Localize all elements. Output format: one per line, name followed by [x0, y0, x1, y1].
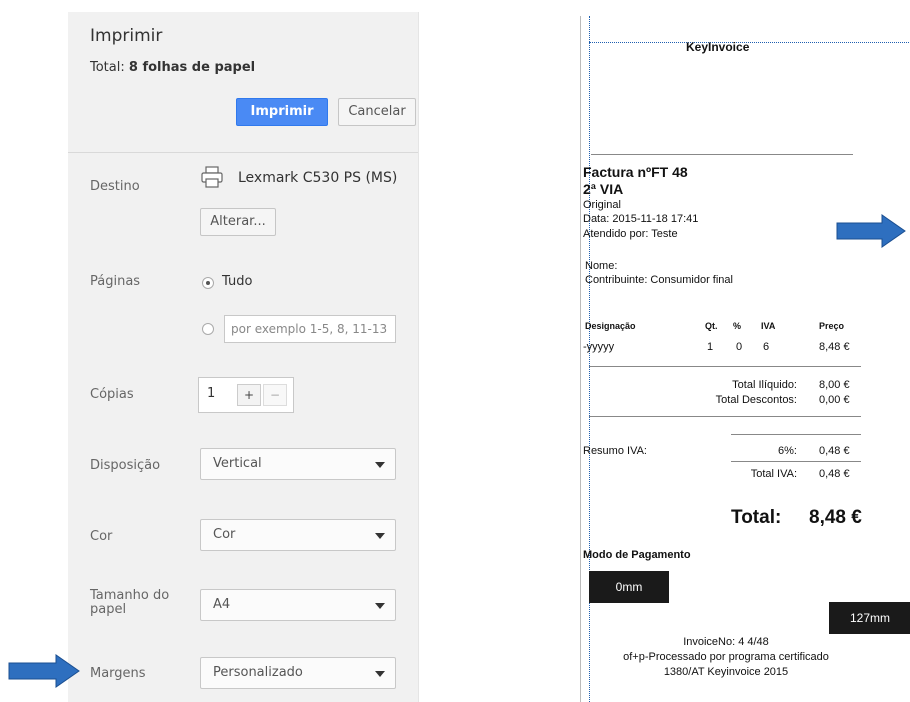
sheet-total: Total: 8 folhas de papel [90, 60, 255, 75]
customer-name: Nome: [585, 260, 618, 272]
destination-label: Destino [90, 179, 140, 194]
discount-total-value: 0,00 € [819, 394, 850, 406]
layout-label: Disposição [90, 458, 161, 473]
col-designation: Designação [585, 321, 636, 331]
margins-value: Personalizado [213, 665, 303, 680]
pages-all-radio[interactable] [202, 277, 214, 289]
vat-summary-label: Resumo IVA: [583, 445, 647, 457]
divider [731, 434, 861, 435]
pages-custom-radio[interactable] [202, 323, 214, 335]
receipt-preview: KeyInvoice Factura nºFT 48 2ª VIA Origin… [580, 16, 910, 702]
dialog-title: Imprimir [90, 26, 163, 46]
copies-label: Cópias [90, 387, 134, 402]
paper-size-value: A4 [213, 597, 231, 612]
divider [731, 461, 861, 462]
footer-software: 1380/AT Keyinvoice 2015 [663, 666, 789, 678]
cancel-button[interactable]: Cancelar [338, 98, 416, 126]
payment-method-label: Modo de Pagamento [583, 549, 691, 561]
invoice-title: Factura nºFT 48 [583, 164, 688, 180]
chevron-down-icon [375, 603, 385, 609]
item-designation: -yyyyy [583, 341, 615, 353]
copies-value[interactable]: 1 [207, 386, 215, 401]
arrow-right-icon [836, 214, 906, 248]
print-settings-panel: Imprimir Total: 8 folhas de papel Imprim… [68, 12, 419, 702]
item-qty: 1 [707, 341, 714, 353]
chevron-down-icon [375, 533, 385, 539]
margins-label: Margens [90, 666, 146, 681]
layout-value: Vertical [213, 456, 262, 471]
net-total-label: Total Ilíquido: [732, 379, 797, 391]
item-price: 8,48 € [819, 341, 850, 353]
layout-select[interactable]: Vertical [200, 448, 396, 480]
vat-rate: 6%: [778, 445, 797, 457]
print-button[interactable]: Imprimir [236, 98, 328, 126]
receipt-header: KeyInvoice [686, 40, 750, 54]
copies-decrement-button[interactable]: − [263, 384, 287, 406]
pages-range-input[interactable]: por exemplo 1-5, 8, 11-13 [224, 315, 396, 343]
divider [589, 416, 861, 417]
vat-rate-value: 0,48 € [819, 445, 850, 457]
attended-by: Atendido por: Teste [583, 228, 678, 240]
paper-size-select[interactable]: A4 [200, 589, 396, 621]
item-percent: 0 [736, 341, 743, 353]
right-margin-marker: 127mm [829, 602, 910, 634]
pages-label: Páginas [90, 274, 141, 289]
print-header: Imprimir Total: 8 folhas de papel Imprim… [68, 12, 418, 153]
divider [589, 366, 861, 367]
grand-total-label: Total: [731, 507, 782, 528]
pages-all-label: Tudo [222, 274, 253, 289]
top-margin-guide [589, 42, 910, 43]
col-price: Preço [819, 321, 845, 331]
col-vat: IVA [761, 321, 776, 331]
chevron-down-icon [375, 462, 385, 468]
invoice-date: Data: 2015-11-18 17:41 [583, 213, 699, 225]
color-select[interactable]: Cor [200, 519, 396, 551]
vat-total-value: 0,48 € [819, 468, 850, 480]
color-value: Cor [213, 527, 236, 542]
item-vat: 6 [763, 341, 770, 353]
paper-size-label: Tamanho do papel [90, 588, 170, 617]
col-percent: % [733, 321, 742, 331]
invoice-copy: 2ª VIA [583, 181, 624, 197]
col-qty: Qt. [705, 321, 718, 331]
chevron-down-icon [375, 671, 385, 677]
copies-increment-button[interactable]: + [237, 384, 261, 406]
grand-total-value: 8,48 € [809, 507, 862, 528]
total-value: 8 folhas de papel [128, 60, 256, 75]
divider [591, 154, 853, 155]
copies-stepper: 1 + − [198, 377, 294, 413]
left-margin-marker: 0mm [589, 571, 669, 603]
arrow-right-icon [8, 654, 80, 688]
footer-invoice-number: InvoiceNo: 4 4/48 [683, 636, 769, 648]
footer-certified: of+p-Processado por programa certificado [623, 651, 829, 663]
printer-name: Lexmark C530 PS (MS) [238, 170, 398, 186]
total-prefix: Total: [90, 60, 125, 75]
vat-total-label: Total IVA: [750, 468, 797, 480]
change-destination-button[interactable]: Alterar... [200, 208, 276, 236]
net-total-value: 8,00 € [819, 379, 850, 391]
margins-select[interactable]: Personalizado [200, 657, 396, 689]
invoice-original: Original [583, 199, 621, 211]
taxpayer: Contribuinte: Consumidor final [585, 274, 733, 286]
discount-total-label: Total Descontos: [715, 394, 797, 406]
printer-icon [200, 166, 224, 192]
color-label: Cor [90, 529, 113, 544]
